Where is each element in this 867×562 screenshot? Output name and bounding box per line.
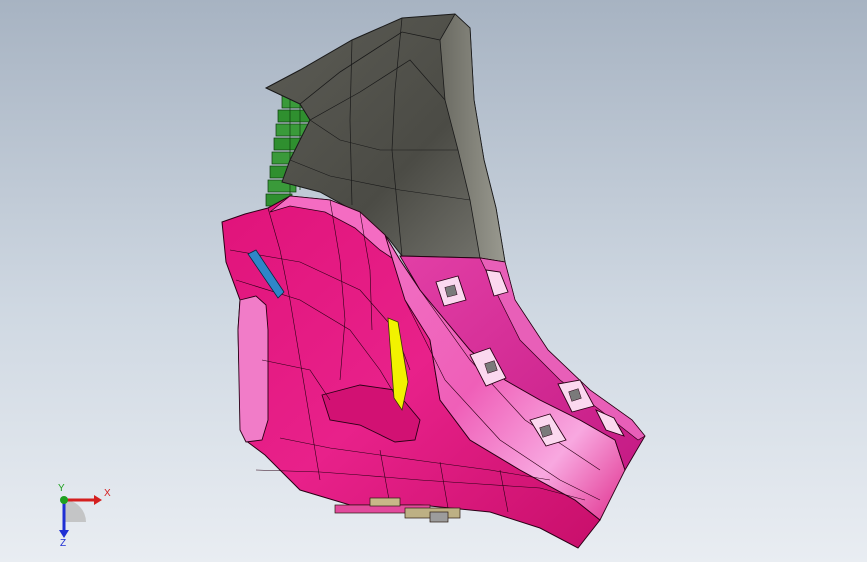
x-axis-label: X bbox=[104, 488, 111, 499]
z-axis-label: Z bbox=[60, 538, 66, 548]
x-axis-arrow-icon bbox=[94, 495, 102, 505]
y-axis-label: Y bbox=[58, 483, 65, 494]
graphics-viewport[interactable]: X Y Z bbox=[0, 0, 867, 562]
coordinate-triad: X Y Z bbox=[58, 483, 111, 548]
cad-model[interactable] bbox=[0, 0, 867, 562]
triad-shade bbox=[64, 500, 86, 522]
z-axis-arrow-icon bbox=[59, 530, 69, 538]
y-axis-dot-icon bbox=[60, 496, 68, 504]
